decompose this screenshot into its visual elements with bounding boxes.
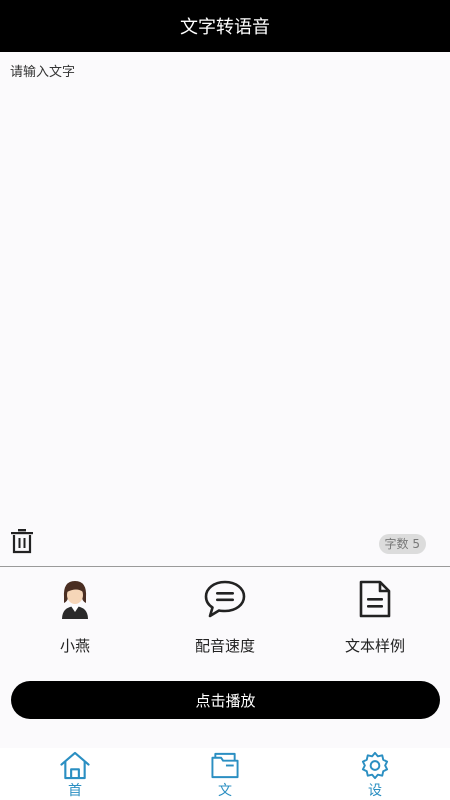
tab-home[interactable]: 首 <box>0 748 150 800</box>
tab-files[interactable]: 文 <box>150 748 300 800</box>
tab-home-label: 首 <box>68 783 82 799</box>
settings-icon <box>361 751 389 780</box>
sample-text-label: 文本样例 <box>344 637 405 655</box>
app-root: 文字转语音 字数 5 <box>0 0 450 800</box>
title-bar: 文字转语音 <box>0 0 450 52</box>
sample-text-button[interactable]: 文本样例 <box>300 567 450 667</box>
voice-options: 小燕 配音速度 文本样例 <box>0 567 450 667</box>
clear-text-button[interactable] <box>10 528 34 554</box>
voice-select-button[interactable]: 小燕 <box>0 567 150 667</box>
document-icon <box>353 577 397 621</box>
speed-select-label: 配音速度 <box>194 637 255 655</box>
trash-icon <box>11 529 33 554</box>
text-editor-area: 字数 5 <box>0 52 450 567</box>
female-avatar-icon <box>53 577 97 621</box>
tab-settings-label: 设 <box>368 783 382 799</box>
home-icon <box>60 751 90 780</box>
tab-settings[interactable]: 设 <box>300 748 450 800</box>
tab-files-label: 文 <box>218 783 232 799</box>
speech-bubble-icon <box>203 577 247 621</box>
play-button[interactable]: 点击播放 <box>11 681 440 719</box>
char-count-badge: 字数 5 <box>378 534 426 554</box>
text-input[interactable] <box>0 52 450 522</box>
page-title: 文字转语音 <box>180 17 270 38</box>
folder-icon <box>211 752 239 779</box>
speed-select-button[interactable]: 配音速度 <box>150 567 300 667</box>
voice-select-label: 小燕 <box>59 637 90 655</box>
bottom-tab-bar: 首 文 设 <box>0 748 450 800</box>
